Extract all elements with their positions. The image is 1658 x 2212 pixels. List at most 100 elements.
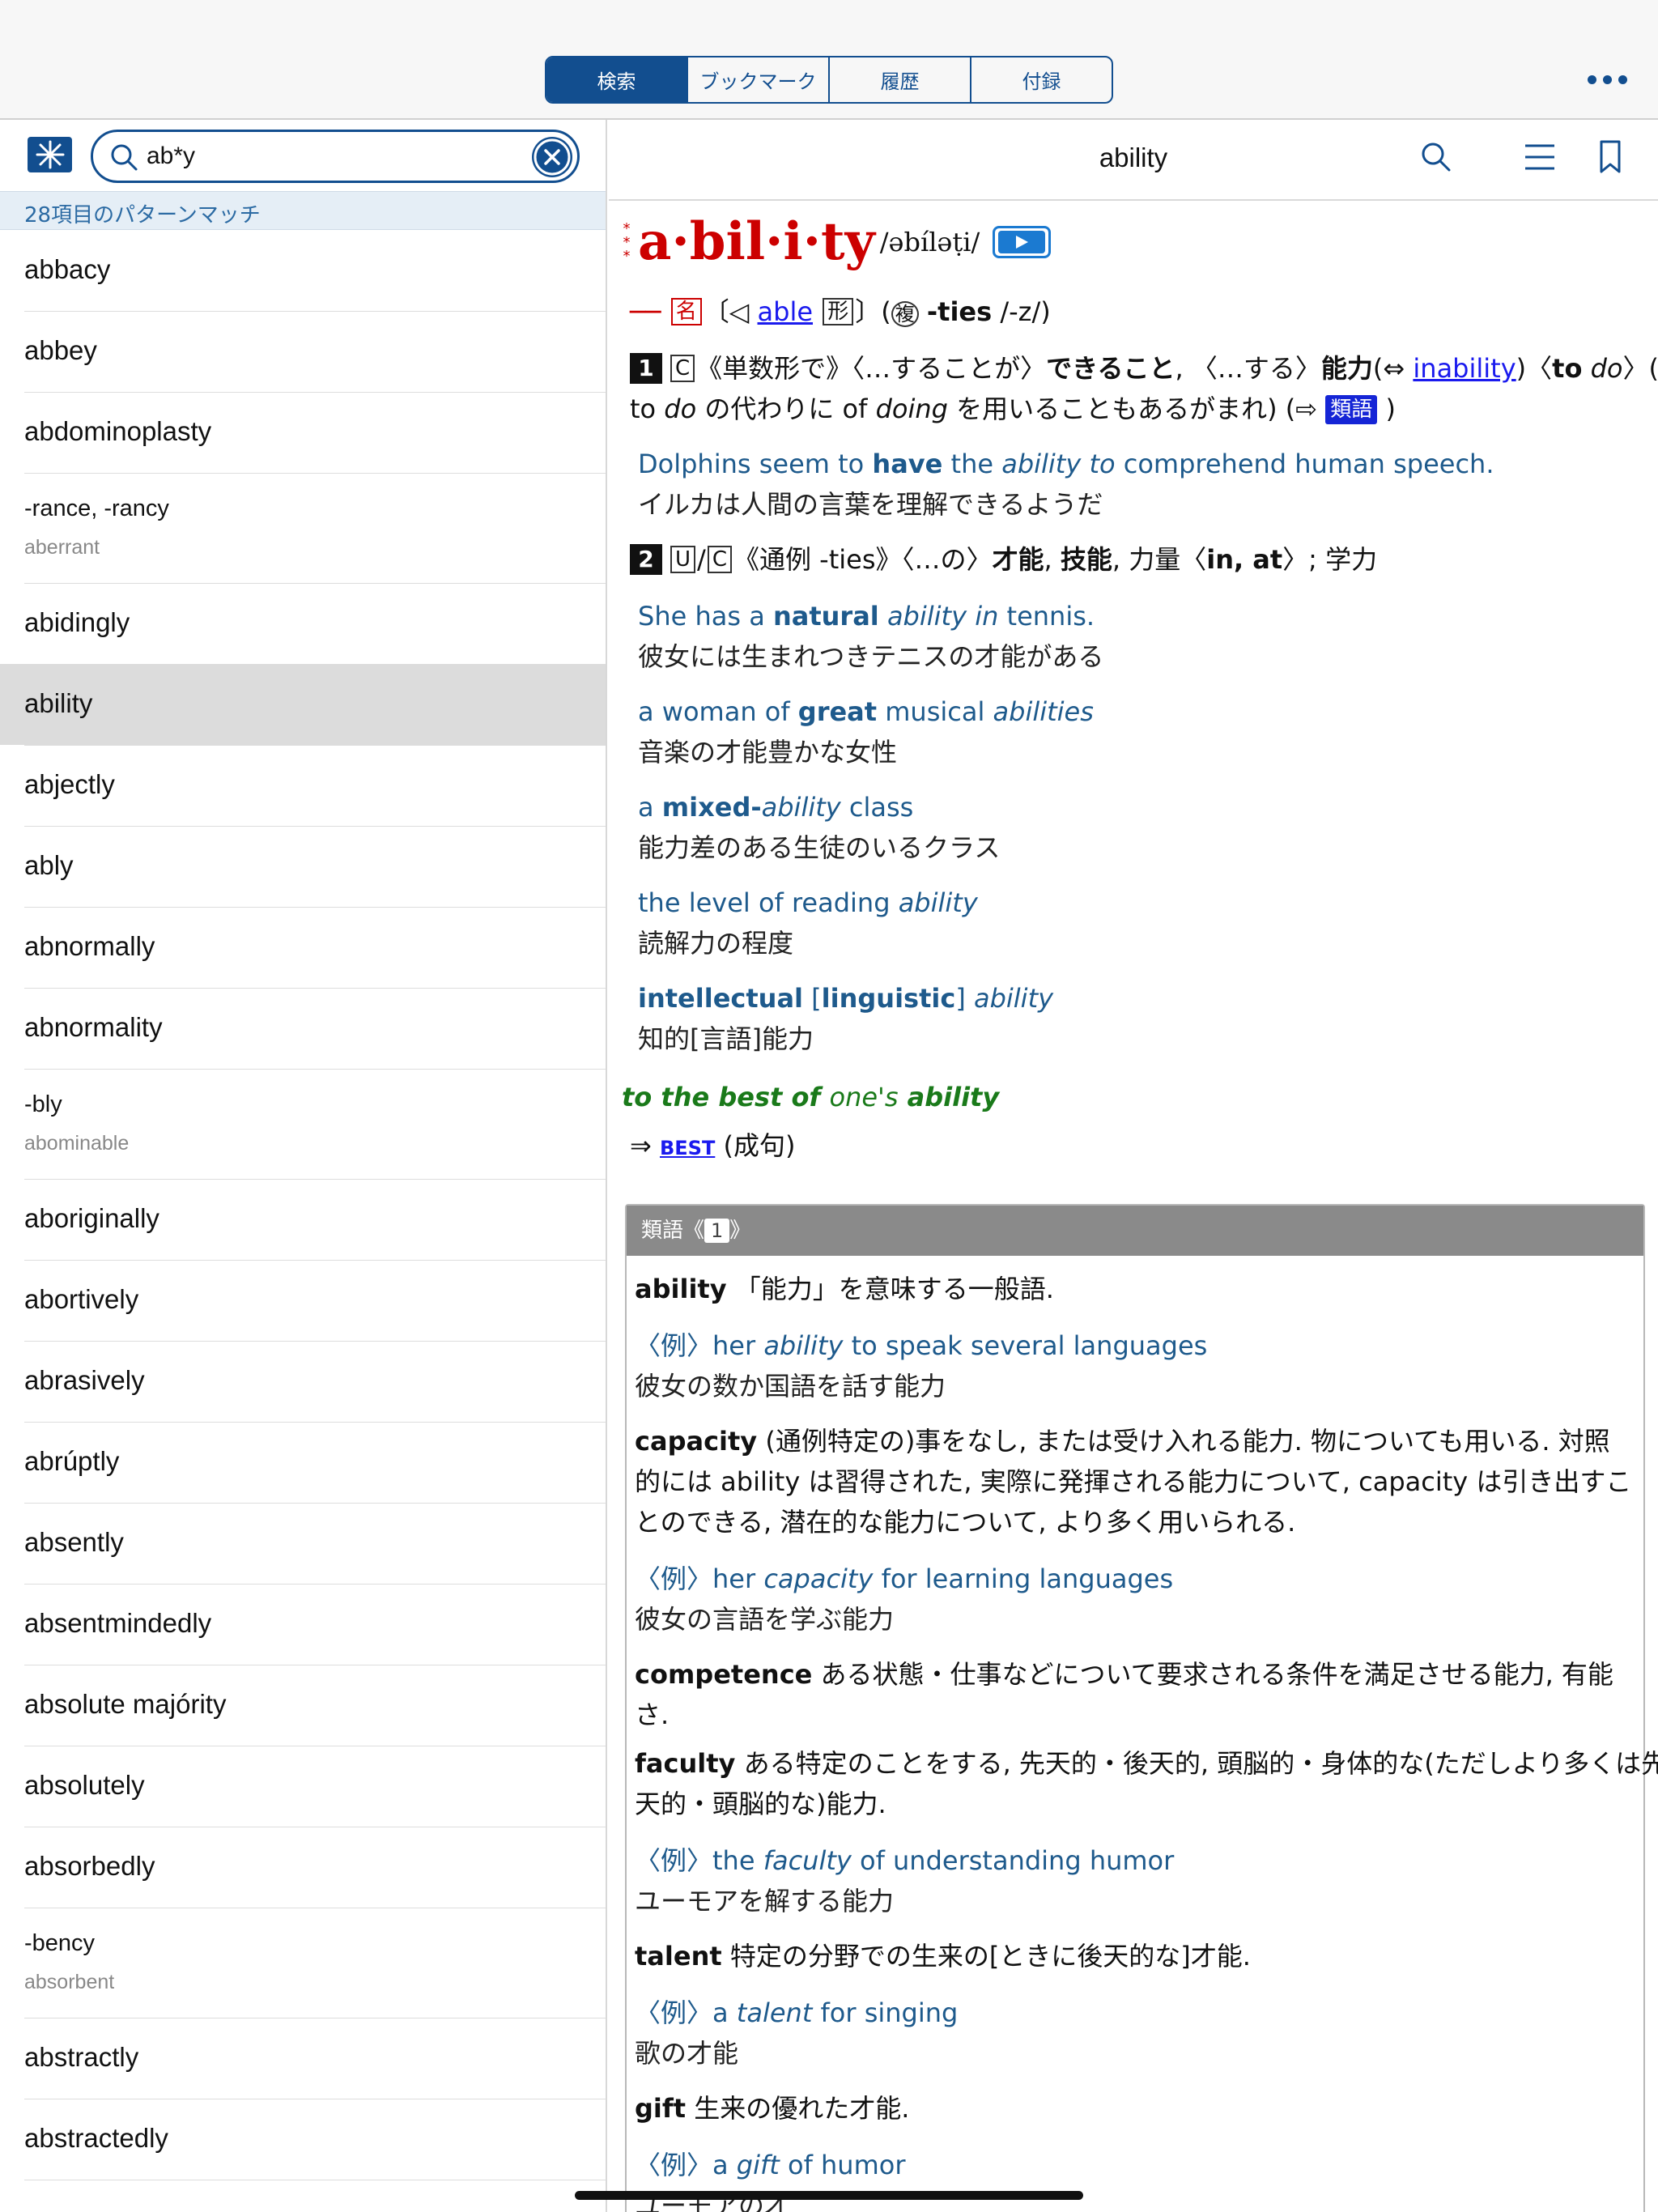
list-item[interactable]: abdominoplasty xyxy=(0,392,606,474)
list-item-word: abidingly xyxy=(24,607,130,637)
list-item-word: aboriginally xyxy=(24,1203,159,1233)
synonym-capacity-ja: 彼女の言語を学ぶ能力 xyxy=(635,1604,895,1635)
synonym-capacity: capacity (通例特定の)事をなし, または受け入れる能力. 物についても… xyxy=(635,1426,1610,1457)
synonym-capacity-line3: とのできる, 潜在的な能力について, より多く用いられる. xyxy=(635,1507,1296,1538)
example-5-ja: 読解力の程度 xyxy=(638,928,794,959)
idiom: to the best of one's ability xyxy=(622,1082,1000,1112)
play-audio-icon[interactable] xyxy=(993,226,1052,258)
list-item-word: abnormality xyxy=(24,1012,163,1042)
list-item-word: abbacy xyxy=(24,254,111,284)
dictionary-app: 検索 ブックマーク 履歴 付録 28項目のパターンマッチ abbacy abbey… xyxy=(0,0,1658,2212)
example-2-ja: 彼女には生まれつきテニスの才能がある xyxy=(638,641,1104,672)
search-input[interactable] xyxy=(147,137,511,176)
list-item[interactable]: ability xyxy=(0,664,606,746)
sidebar: 28項目のパターンマッチ abbacy abbey abdominoplasty -r… xyxy=(0,120,607,2212)
list-item-word: ability xyxy=(24,688,93,718)
search-icon[interactable] xyxy=(1418,139,1454,178)
synonym-ability: ability 「能力」を意味する一般語. xyxy=(635,1274,1054,1304)
list-item[interactable]: absorbedly xyxy=(0,1827,606,1908)
list-item[interactable]: absolutely xyxy=(0,1746,606,1827)
wildcard-search-icon[interactable] xyxy=(28,137,72,172)
list-item[interactable]: abidingly xyxy=(0,583,606,665)
list-item[interactable]: abstractedly xyxy=(0,2099,606,2180)
list-item[interactable]: abrúptly xyxy=(0,1422,606,1504)
list-item[interactable]: ably xyxy=(0,826,606,908)
list-item-word: ably xyxy=(24,850,74,880)
tab-appendix[interactable]: 付録 xyxy=(970,57,1112,102)
list-item[interactable]: -rance, -rancy aberrant xyxy=(0,473,606,584)
headword: a·bil·i·ty xyxy=(638,211,875,272)
top-toolbar: 検索 ブックマーク 履歴 付録 xyxy=(0,0,1658,120)
list-item-word: absentmindedly xyxy=(24,1608,212,1638)
synonym-faculty-ja: ユーモアを解する能力 xyxy=(635,1886,895,1916)
link-able[interactable]: able xyxy=(758,296,814,327)
list-item-word: abortively xyxy=(24,1284,139,1314)
synonym-talent: talent 特定の分野での生来の[ときに後天的な]才能. xyxy=(635,1941,1251,1972)
importance-stars-icon: * * * xyxy=(623,219,631,265)
list-item[interactable]: aboriginally xyxy=(0,1179,606,1261)
link-best[interactable]: BEST xyxy=(660,1137,715,1159)
link-inability[interactable]: inability xyxy=(1413,353,1516,384)
list-item[interactable]: -bly abominable xyxy=(0,1069,606,1180)
synonym-talent-ja: 歌の才能 xyxy=(635,2038,739,2069)
list-item-word: absolutely xyxy=(24,1770,145,1800)
tab-segmented-control: 検索 ブックマーク 履歴 付録 xyxy=(545,56,1113,104)
list-item-word: abjectly xyxy=(24,769,115,799)
list-item[interactable]: absentmindedly xyxy=(0,1584,606,1665)
pos-noun-badge: 名 xyxy=(670,298,702,325)
tab-history[interactable]: 履歴 xyxy=(828,57,970,102)
entry-title: ability xyxy=(1099,143,1168,172)
list-item-word: abrasively xyxy=(24,1365,145,1395)
synonym-ability-example: 〈例〉her ability to speak several language… xyxy=(635,1330,1208,1361)
list-item[interactable]: -bency absorbent xyxy=(0,1908,606,2018)
list-item-word: abnormally xyxy=(24,931,155,961)
synonym-competence: competence ある状態・仕事などについて要求される条件を満足させる能力,… xyxy=(635,1659,1613,1690)
list-item[interactable]: abjectly xyxy=(0,745,606,827)
list-item-word: absently xyxy=(24,1527,124,1557)
list-item[interactable]: abstractly xyxy=(0,2018,606,2099)
list-item-word: absolute majórity xyxy=(24,1689,227,1719)
list-item[interactable]: absently xyxy=(0,1503,606,1585)
entry-content: * * * a·bil·i·ty /əbíləṭi/ ── 名〔◁ able 形〕(… xyxy=(609,202,1658,2212)
list-item[interactable]: abnormality xyxy=(0,988,606,1070)
list-item-word: abrúptly xyxy=(24,1446,120,1476)
list-item-word: abbey xyxy=(24,335,97,365)
list-item[interactable]: abrasively xyxy=(0,1341,606,1423)
example-3: a woman of great musical abilities xyxy=(638,696,1094,727)
synonym-capacity-line2: 的には ability は習得された, 実際に発揮される能力について, capa… xyxy=(635,1466,1632,1497)
list-item-word: -bly xyxy=(24,1091,62,1117)
example-6: intellectual [linguistic] ability xyxy=(638,983,1054,1014)
example-6-ja: 知的[言語]能力 xyxy=(638,1023,814,1054)
synonym-faculty: faculty ある特定のことをする, 先天的・後天的, 頭脳的・身体的な(ただ… xyxy=(635,1748,1658,1779)
idiom-reference: ⇒ BEST (成句) xyxy=(630,1130,796,1161)
synonym-header: 類語《 1 》 xyxy=(627,1206,1643,1256)
example-1-ja: イルカは人間の言葉を理解できるようだ xyxy=(638,489,1103,520)
list-item[interactable]: abbacy xyxy=(0,230,606,312)
more-options-icon[interactable] xyxy=(1583,63,1631,96)
list-item-word: abstractly xyxy=(24,2042,139,2072)
tab-bookmarks[interactable]: ブックマーク xyxy=(687,57,828,102)
sense-1: 1 C 《単数形で》〈…することが〉できること, 〈…する〉能力(⇔ inabili… xyxy=(630,348,1658,389)
synonym-gift: gift 生来の優れた才能. xyxy=(635,2093,910,2124)
word-list: abbacy abbey abdominoplasty -rance, -rancy a… xyxy=(0,230,606,2180)
headword-row: * * * a·bil·i·ty /əbíləṭi/ xyxy=(620,211,1052,272)
menu-icon[interactable] xyxy=(1524,143,1556,175)
list-item[interactable]: absolute majórity xyxy=(0,1665,606,1746)
list-item[interactable]: abbey xyxy=(0,311,606,393)
tab-search[interactable]: 検索 xyxy=(546,57,687,102)
list-item-word: absorbedly xyxy=(24,1851,155,1881)
list-item[interactable]: abortively xyxy=(0,1260,606,1342)
example-1: Dolphins seem to have the ability to com… xyxy=(638,449,1494,479)
sense-2: 2 U / C 《通例 -ties》〈…の〉才能, 技能, 力量〈in, at〉; 学力 xyxy=(630,539,1377,580)
list-item-word: -rance, -rancy xyxy=(24,496,169,521)
entry-header: ability xyxy=(609,120,1658,201)
clear-search-icon[interactable] xyxy=(532,137,572,177)
list-item[interactable]: abnormally xyxy=(0,907,606,989)
search-box xyxy=(91,130,580,183)
home-indicator[interactable] xyxy=(575,2191,1083,2200)
search-icon xyxy=(109,143,138,175)
list-item-word: -bency xyxy=(24,1930,96,1956)
synonym-link-button[interactable]: 類語 xyxy=(1325,395,1378,424)
bookmark-icon[interactable] xyxy=(1598,139,1622,178)
synonym-capacity-example: 〈例〉her capacity for learning languages xyxy=(635,1563,1174,1594)
